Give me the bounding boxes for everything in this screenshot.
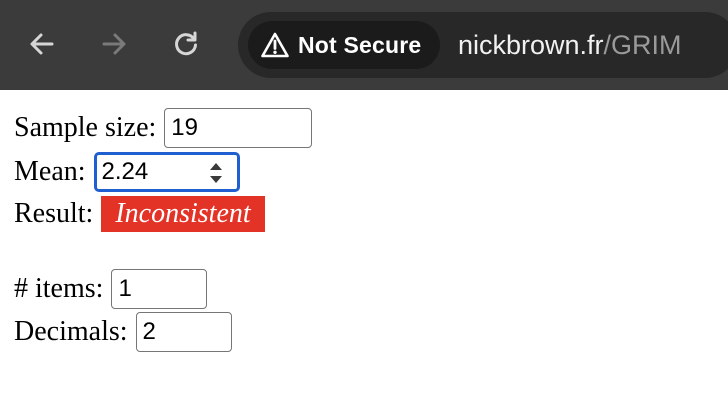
- number-stepper[interactable]: [205, 159, 227, 187]
- sample-size-row: Sample size: 19: [14, 108, 313, 148]
- result-row: Result: Inconsistent: [14, 194, 265, 234]
- decimals-label: Decimals:: [14, 316, 128, 347]
- sample-size-value: 19: [171, 114, 198, 141]
- warning-triangle-icon: [260, 30, 290, 60]
- mean-value: 2.24: [101, 158, 149, 185]
- items-row: # items: 1: [14, 269, 208, 309]
- items-value: 1: [118, 275, 132, 302]
- sample-size-label: Sample size:: [14, 112, 157, 143]
- stepper-up-down-icon: [209, 163, 222, 183]
- mean-label: Mean:: [14, 156, 86, 187]
- decimals-value: 2: [142, 318, 156, 345]
- decimals-row: Decimals: 2: [14, 312, 232, 352]
- mean-row: Mean: 2.24: [14, 152, 240, 192]
- reload-button[interactable]: [168, 26, 204, 62]
- sample-size-input[interactable]: 19: [164, 108, 313, 148]
- forward-button[interactable]: [96, 26, 132, 62]
- browser-toolbar: Not Secure nickbrown.fr/GRIM: [0, 0, 728, 90]
- url-host: nickbrown.fr: [458, 30, 604, 60]
- items-label: # items:: [14, 273, 104, 304]
- back-arrow-icon: [30, 33, 54, 55]
- result-label: Result:: [14, 198, 94, 229]
- forward-arrow-icon: [102, 33, 126, 55]
- security-chip[interactable]: Not Secure: [248, 21, 440, 69]
- mean-input[interactable]: 2.24: [93, 152, 240, 192]
- url-text[interactable]: nickbrown.fr/GRIM: [458, 29, 682, 61]
- reload-icon: [175, 31, 197, 56]
- security-label: Not Secure: [298, 31, 422, 58]
- items-input[interactable]: 1: [111, 269, 208, 309]
- grim-form: Sample size: 19 Mean: 2.24 Result: Incon…: [0, 90, 728, 402]
- address-bar[interactable]: Not Secure nickbrown.fr/GRIM: [238, 12, 728, 78]
- url-path: /GRIM: [603, 30, 682, 60]
- back-button[interactable]: [24, 26, 60, 62]
- result-badge: Inconsistent: [101, 196, 265, 232]
- decimals-input[interactable]: 2: [135, 312, 232, 352]
